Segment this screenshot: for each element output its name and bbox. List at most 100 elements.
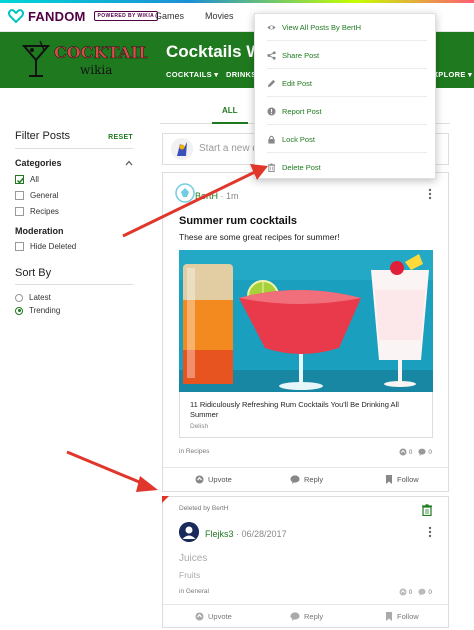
reply-count: 0 — [418, 448, 432, 456]
more-options-icon[interactable] — [428, 188, 432, 200]
checkbox-checked[interactable] — [15, 175, 25, 184]
upvote-button[interactable]: Upvote — [195, 475, 232, 484]
radio-button-selected[interactable] — [15, 306, 23, 315]
post-counts: 0 0 — [399, 588, 432, 596]
category-option-general[interactable]: General — [15, 191, 133, 200]
reply-button[interactable]: Reply — [290, 475, 323, 484]
categories-header[interactable]: Categories — [15, 158, 133, 168]
menu-label: Lock Post — [282, 134, 315, 144]
post-category[interactable]: in General — [179, 588, 209, 595]
post-title[interactable]: Summer rum cocktails — [179, 215, 297, 227]
upvote-circle-icon — [399, 588, 407, 596]
post-card[interactable]: BertH · 1m Summer rum cocktails These ar… — [162, 172, 449, 492]
more-options-icon[interactable] — [428, 526, 432, 538]
author-name[interactable]: BertH — [195, 191, 218, 201]
wiki-title[interactable]: Cocktails W — [166, 42, 262, 62]
post-category[interactable]: in Recipes — [179, 448, 209, 455]
menu-label: Share Post — [282, 50, 320, 60]
follow-button[interactable]: Follow — [385, 612, 419, 621]
post-author[interactable]: Flejks3 · 06/28/2017 — [205, 529, 287, 539]
category-label-recipes: Recipes — [30, 207, 59, 216]
upvote-button[interactable]: Upvote — [195, 612, 232, 621]
author-avatar[interactable] — [179, 522, 199, 542]
category-option-recipes[interactable]: Recipes — [15, 207, 133, 216]
reply-bubble-icon — [418, 588, 426, 596]
moderation-option-hide-deleted[interactable]: Hide Deleted — [15, 242, 133, 251]
tab-all[interactable]: ALL — [222, 106, 238, 115]
fandom-wordmark: FANDOM — [28, 8, 86, 24]
upvote-label: Upvote — [208, 475, 232, 484]
follow-button[interactable]: Follow — [385, 475, 419, 484]
checkbox[interactable] — [15, 207, 24, 216]
divider — [15, 284, 133, 285]
pencil-icon — [267, 79, 276, 87]
post-options-menu: View All Posts By BertH Share Post Edit … — [254, 13, 436, 179]
post-author[interactable]: BertH · 1m — [195, 191, 239, 201]
categories-label: Categories — [15, 158, 62, 168]
sort-option-trending[interactable]: Trending — [15, 306, 133, 315]
menu-edit-post[interactable]: Edit Post — [267, 70, 427, 97]
menu-view-all-posts[interactable]: View All Posts By BertH — [267, 14, 427, 41]
upvote-count-value: 0 — [408, 448, 413, 456]
reply-icon — [290, 475, 300, 484]
wiki-nav-drinks[interactable]: DRINKS — [226, 70, 257, 79]
upvote-label: Upvote — [208, 612, 232, 621]
post-actions: Upvote Reply Follow — [163, 604, 448, 628]
sort-by-label: Sort By — [15, 267, 52, 279]
reply-bubble-icon — [418, 448, 426, 456]
menu-label: View All Posts By BertH — [282, 22, 362, 32]
reply-label: Reply — [304, 475, 324, 484]
hide-deleted-label: Hide Deleted — [30, 242, 77, 251]
upvote-icon — [195, 612, 204, 621]
sort-label-latest: Latest — [29, 293, 51, 302]
post-footer: in General 0 0 — [163, 588, 448, 604]
post-body: Fruits — [179, 570, 201, 580]
upvote-count-value: 0 — [408, 588, 413, 596]
cocktails-wiki-logo[interactable]: COCKTAILS wikia — [18, 36, 148, 84]
filter-header: Filter Posts RESET — [15, 130, 133, 142]
filter-posts-title: Filter Posts — [15, 130, 71, 142]
category-option-all[interactable]: All — [15, 175, 133, 184]
sort-option-latest[interactable]: Latest — [15, 293, 133, 302]
category-label-all: All — [30, 175, 39, 184]
wiki-nav-cocktails[interactable]: COCKTAILS ▾ — [166, 70, 218, 79]
post-title[interactable]: Juices — [179, 553, 207, 564]
post-date: · 06/28/2017 — [236, 529, 287, 539]
cocktails-photo[interactable] — [179, 250, 433, 392]
reply-count: 0 — [418, 588, 432, 596]
checkbox[interactable] — [15, 242, 24, 251]
reset-button[interactable]: RESET — [108, 134, 133, 141]
bookmark-icon — [386, 475, 392, 484]
moderation-label: Moderation — [15, 226, 64, 236]
composer-placeholder[interactable]: Start a new di — [199, 143, 260, 154]
chevron-up-icon[interactable] — [125, 159, 133, 167]
menu-share-post[interactable]: Share Post — [267, 42, 427, 69]
checkbox[interactable] — [15, 191, 24, 200]
reply-button[interactable]: Reply — [290, 612, 323, 621]
user-avatar — [171, 138, 193, 160]
author-avatar[interactable] — [175, 183, 195, 203]
menu-report-post[interactable]: Report Post — [267, 98, 427, 125]
topnav-games[interactable]: Games — [155, 11, 184, 21]
fandom-heart-icon — [8, 9, 24, 24]
reply-label: Reply — [304, 612, 324, 621]
menu-delete-post[interactable]: Delete Post — [267, 154, 427, 181]
reply-count-value: 0 — [428, 448, 432, 456]
trash-icon — [267, 163, 276, 172]
divider — [15, 148, 133, 149]
deleted-post-card[interactable]: Deleted by BertH Flejks3 · 06/28/2017 Ju… — [162, 496, 449, 628]
discussions-page: FANDOM POWERED BY WIKIA Games Movies COC… — [0, 0, 474, 630]
link-title[interactable]: 11 Ridiculously Refreshing Rum Cocktails… — [190, 400, 422, 420]
topnav-movies[interactable]: Movies — [205, 11, 234, 21]
menu-lock-post[interactable]: Lock Post — [267, 126, 427, 153]
svg-text:COCKTAILS: COCKTAILS — [54, 43, 148, 62]
report-icon — [267, 106, 276, 116]
upvote-circle-icon — [399, 448, 407, 456]
radio-button[interactable] — [15, 293, 23, 302]
share-icon — [267, 50, 276, 60]
restore-trash-icon[interactable] — [422, 504, 432, 516]
wiki-nav-explore[interactable]: XPLORE ▾ — [433, 70, 472, 79]
link-preview[interactable]: 11 Ridiculously Refreshing Rum Cocktails… — [179, 392, 433, 438]
fandom-logo[interactable]: FANDOM POWERED BY WIKIA — [8, 8, 159, 24]
author-name[interactable]: Flejks3 — [205, 529, 234, 539]
